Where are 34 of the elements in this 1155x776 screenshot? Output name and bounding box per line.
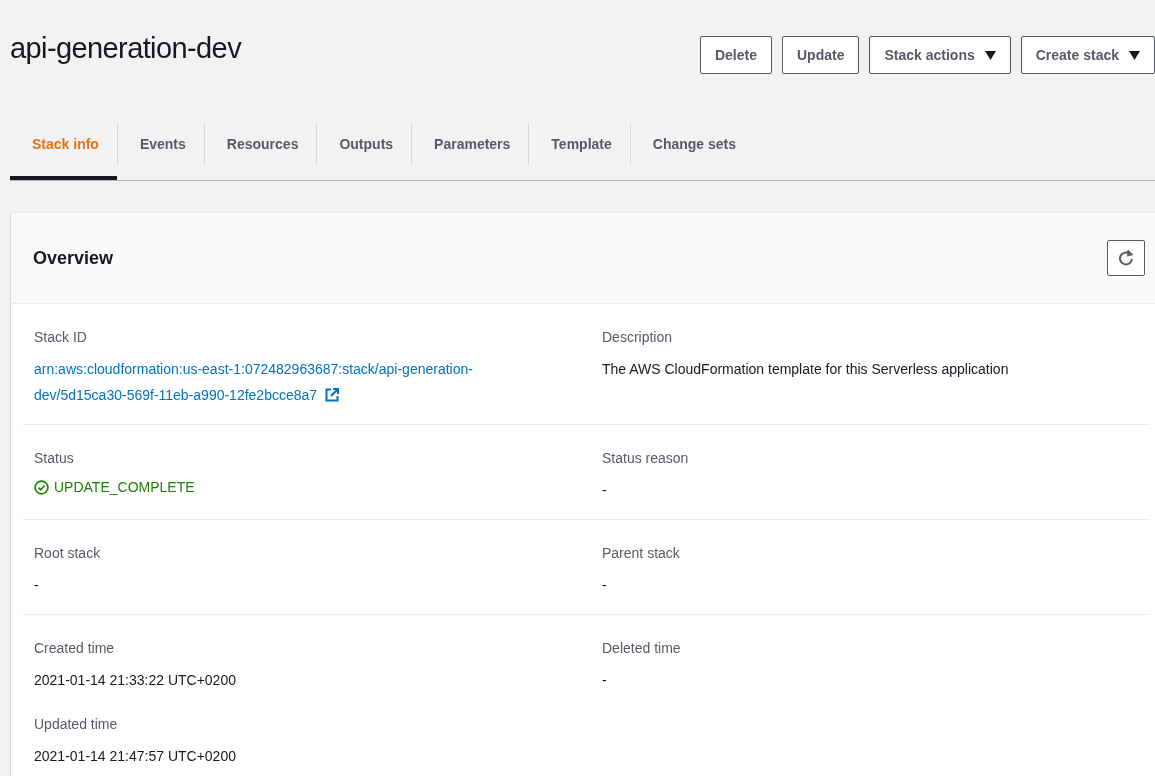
field-value: -	[602, 481, 607, 500]
success-icon	[34, 479, 49, 495]
field-label: Updated time	[34, 715, 118, 733]
tab[interactable]: Template	[529, 108, 630, 180]
tab[interactable]: Outputs	[317, 108, 412, 180]
refresh-button[interactable]	[1107, 240, 1145, 276]
action-button[interactable]: Create stack	[1020, 36, 1155, 74]
external-link-icon[interactable]	[325, 388, 340, 402]
status-text: UPDATE_COMPLETE	[54, 478, 195, 497]
panel-title: Overview	[33, 247, 114, 269]
field-label: Description	[602, 328, 673, 346]
field-value: -	[34, 576, 39, 595]
field-label: Root stack	[34, 544, 101, 562]
stack-id-link[interactable]: arn:aws:cloudformation:us-east-1:072482963687:stack/api-generation-dev/5d15ca30-569f-11eb-a990-12fe2bcce8a7	[34, 356, 504, 408]
field-value: 2021-01-14 21:47:57 UTC+0200	[34, 747, 236, 766]
field-value: 2021-01-14 21:33:22 UTC+0200	[34, 671, 236, 690]
field-label: Created time	[34, 639, 115, 657]
field-label: Deleted time	[602, 639, 681, 657]
field-label: Parent stack	[602, 544, 680, 562]
tab[interactable]: Events	[117, 108, 204, 180]
field-value: -	[602, 576, 607, 595]
refresh-icon	[1118, 249, 1134, 267]
action-button[interactable]: Stack actions	[869, 36, 1011, 74]
field-value: The AWS CloudFormation template for this Serverless application	[602, 360, 1009, 379]
page-title: api-generation-dev	[10, 31, 242, 65]
tab[interactable]: Resources	[204, 108, 317, 180]
field-label: Status	[34, 449, 74, 467]
tab[interactable]: Change sets	[630, 108, 755, 180]
action-button[interactable]: Update	[782, 36, 860, 74]
field-value: -	[602, 671, 607, 690]
tab[interactable]: Parameters	[412, 108, 529, 180]
field-label: Status reason	[602, 449, 689, 467]
action-button[interactable]: Delete	[699, 36, 772, 74]
field-label: Stack ID	[34, 328, 87, 346]
